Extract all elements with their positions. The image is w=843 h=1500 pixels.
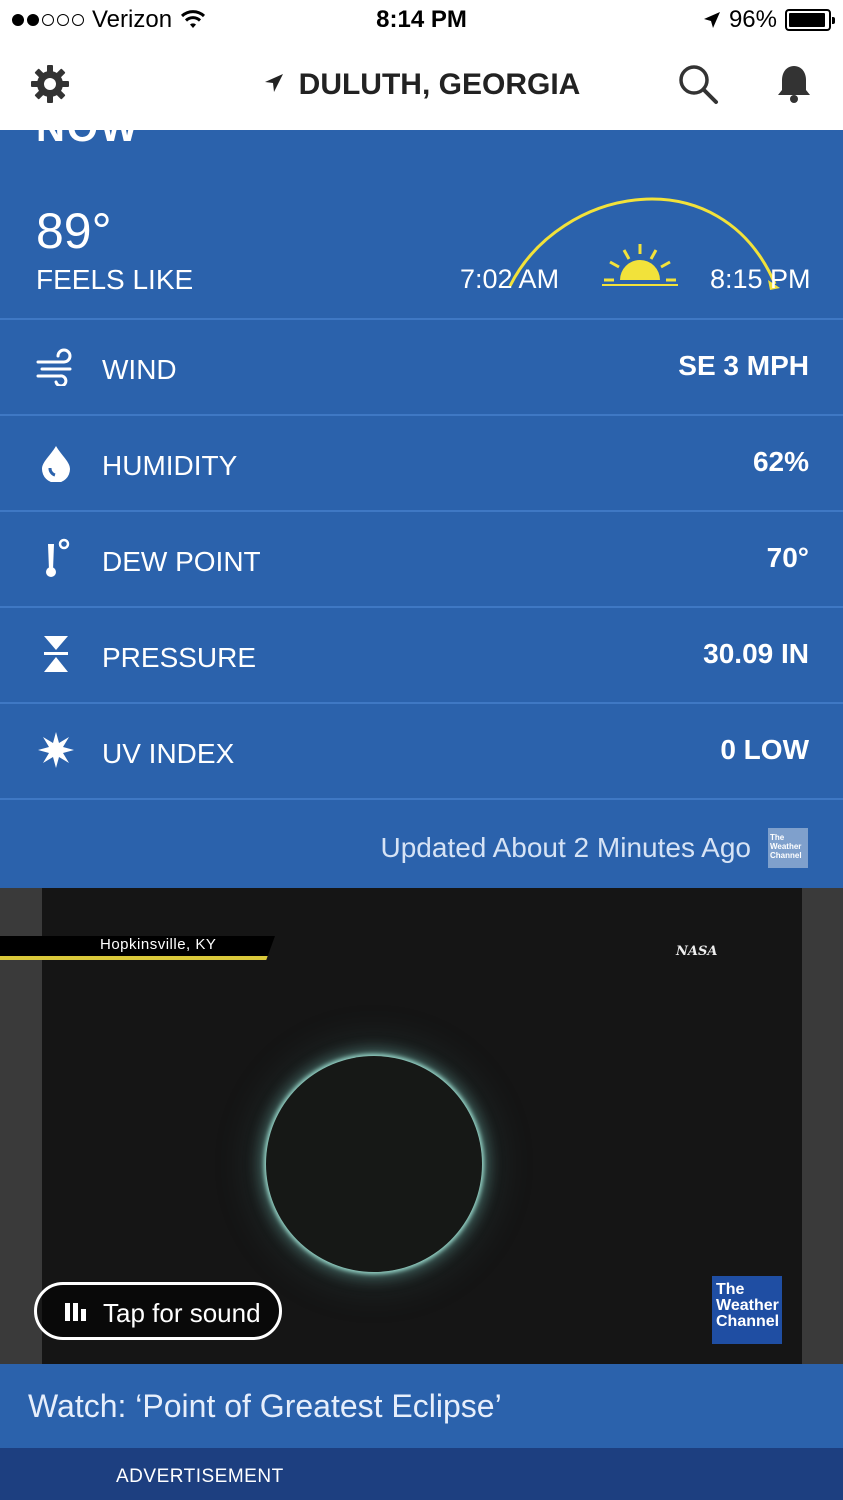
condition-value: 0 LOW bbox=[720, 734, 809, 765]
condition-row-uv-index: UV INDEX 0 LOW bbox=[0, 702, 843, 798]
condition-label: WIND bbox=[102, 354, 177, 385]
current-conditions-card: NOW 89° FEELS LIKE 7:02 AM 8:15 PM WIND … bbox=[0, 130, 843, 888]
location-arrow-icon bbox=[263, 72, 285, 101]
updated-timestamp: Updated About 2 Minutes Ago bbox=[380, 832, 752, 863]
condition-value: SE 3 MPH bbox=[678, 350, 809, 381]
sunset-sun-icon bbox=[602, 244, 678, 286]
sound-bars-icon bbox=[65, 1303, 86, 1321]
thermometer-icon bbox=[46, 538, 70, 577]
condition-label: DEW POINT bbox=[102, 546, 261, 577]
video-caption-bar[interactable]: Watch: ‘Point of Greatest Eclipse’ bbox=[0, 1364, 843, 1448]
condition-label: HUMIDITY bbox=[102, 450, 238, 481]
sun-burst-icon bbox=[38, 732, 74, 768]
battery-percent: 96% bbox=[728, 6, 777, 33]
updated-row: Updated About 2 Minutes Ago The Weather … bbox=[0, 798, 843, 888]
video-location-tag: Hopkinsville, KY bbox=[100, 936, 217, 953]
wind-icon bbox=[36, 348, 72, 386]
app-header: DULUTH, GEORGIA bbox=[0, 40, 843, 130]
condition-value: 62% bbox=[752, 446, 809, 477]
eclipse-image bbox=[266, 1056, 482, 1272]
condition-row-pressure: PRESSURE 30.09 IN bbox=[0, 606, 843, 702]
sunset-time: 8:15 PM bbox=[710, 264, 811, 294]
sound-button-label: Tap for sound bbox=[103, 1298, 261, 1328]
battery-icon bbox=[785, 9, 835, 31]
advertisement-label: ADVERTISEMENT bbox=[116, 1466, 284, 1487]
pressure-icon bbox=[44, 636, 68, 672]
tap-for-sound-button[interactable]: Tap for sound bbox=[34, 1282, 282, 1340]
nasa-logo: NASA bbox=[676, 944, 718, 959]
condition-label: PRESSURE bbox=[102, 642, 257, 673]
search-icon[interactable] bbox=[676, 62, 720, 106]
condition-row-humidity: HUMIDITY 62% bbox=[0, 414, 843, 510]
feels-like-temperature: 89° bbox=[36, 203, 112, 259]
condition-row-wind: WIND SE 3 MPH bbox=[0, 318, 843, 414]
condition-label: UV INDEX bbox=[102, 738, 235, 769]
video-player[interactable]: Hopkinsville, KY NASA Tap for sound The … bbox=[0, 888, 843, 1364]
location-services-icon bbox=[703, 12, 720, 28]
condition-value: 70° bbox=[766, 542, 809, 573]
condition-row-dew-point: DEW POINT 70° bbox=[0, 510, 843, 606]
location-name: DULUTH, GEORGIA bbox=[298, 68, 581, 101]
condition-value: 30.09 IN bbox=[703, 638, 809, 669]
bell-icon[interactable] bbox=[772, 62, 816, 106]
section-label: NOW bbox=[36, 130, 140, 151]
status-bar: Verizon 8:14 PM 96% bbox=[0, 0, 843, 40]
logo-line: The bbox=[716, 1281, 745, 1298]
droplet-icon bbox=[42, 446, 70, 482]
feels-like-label: FEELS LIKE bbox=[36, 264, 194, 295]
weather-channel-logo-small: The Weather Channel bbox=[768, 828, 808, 868]
weather-channel-logo: The Weather Channel bbox=[712, 1276, 782, 1344]
battery-fill bbox=[789, 13, 826, 27]
sunrise-time: 7:02 AM bbox=[460, 264, 560, 294]
advertisement-bar: ADVERTISEMENT bbox=[0, 1448, 843, 1500]
logo-line: Weather bbox=[716, 1297, 779, 1314]
status-right: 96% bbox=[703, 6, 835, 34]
logo-line: Channel bbox=[716, 1313, 780, 1330]
video-caption[interactable]: Watch: ‘Point of Greatest Eclipse’ bbox=[28, 1388, 502, 1425]
